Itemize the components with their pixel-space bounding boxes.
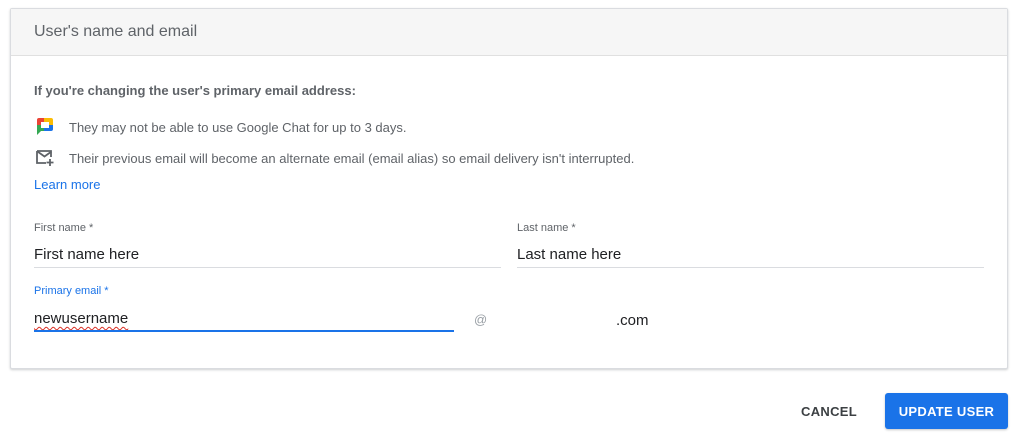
- email-domain: .com: [616, 312, 649, 329]
- notice-item-alias: Their previous email will become an alte…: [34, 147, 634, 169]
- notice-item-text: Their previous email will become an alte…: [69, 150, 635, 166]
- at-sign: @: [474, 312, 488, 327]
- primary-email-label: Primary email *: [34, 285, 109, 297]
- learn-more-link[interactable]: Learn more: [34, 177, 100, 192]
- first-name-label: First name *: [34, 222, 94, 234]
- user-name-email-card: User's name and email If you're changing…: [10, 8, 1008, 369]
- update-user-button[interactable]: UPDATE USER: [885, 393, 1008, 429]
- last-name-input[interactable]: Last name here: [517, 246, 621, 263]
- notice-item-chat: They may not be able to use Google Chat …: [34, 116, 406, 138]
- first-name-underline: [34, 267, 501, 268]
- cancel-button[interactable]: CANCEL: [793, 393, 865, 429]
- card-header: User's name and email: [11, 9, 1007, 56]
- notice-title: If you're changing the user's primary em…: [34, 83, 356, 98]
- primary-email-input[interactable]: newusername: [34, 310, 128, 327]
- mail-alias-icon: [34, 147, 56, 169]
- last-name-underline: [517, 267, 984, 268]
- first-name-input[interactable]: First name here: [34, 246, 139, 263]
- primary-email-underline: [34, 330, 454, 332]
- card-title: User's name and email: [34, 23, 198, 40]
- google-chat-icon: [34, 116, 56, 138]
- notice-item-text: They may not be able to use Google Chat …: [69, 119, 407, 135]
- last-name-label: Last name *: [517, 222, 576, 234]
